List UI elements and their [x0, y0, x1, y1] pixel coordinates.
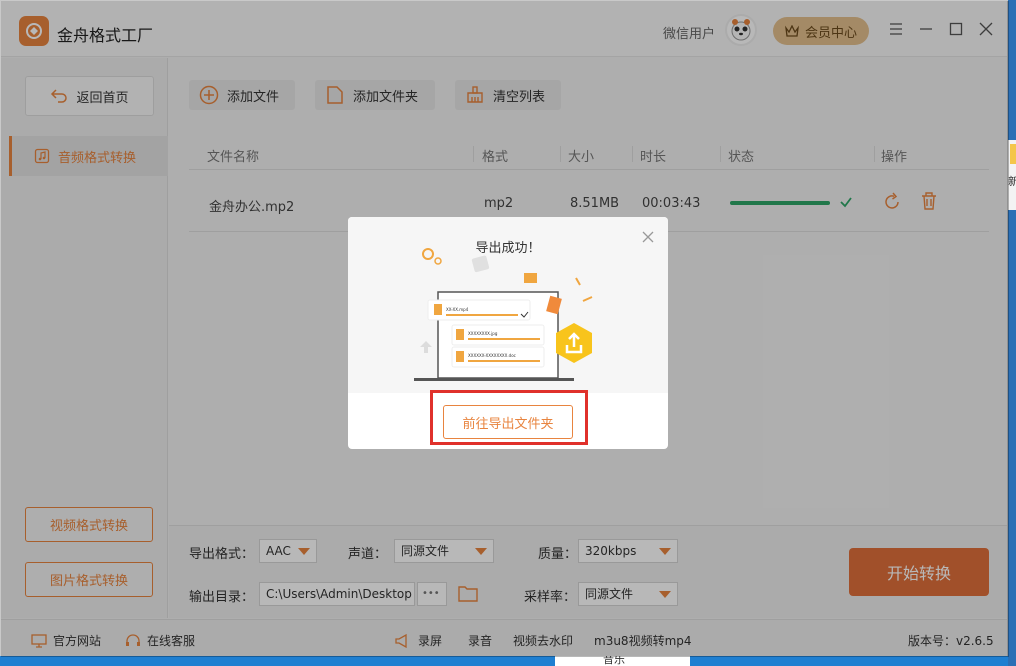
illus-file-1: XX-XX.mp4: [446, 307, 469, 312]
illus-file-2: XXXXXXXX.jpg: [468, 331, 498, 336]
close-icon[interactable]: [640, 229, 656, 245]
highlight-box: [430, 390, 588, 445]
desktop-background: [1008, 0, 1016, 666]
illus-file-3: XXXXXX-XXXXXXXX.doc: [468, 353, 516, 358]
background-window-text: 新: [1008, 175, 1016, 188]
dialog-title: 导出成功！: [475, 241, 541, 256]
